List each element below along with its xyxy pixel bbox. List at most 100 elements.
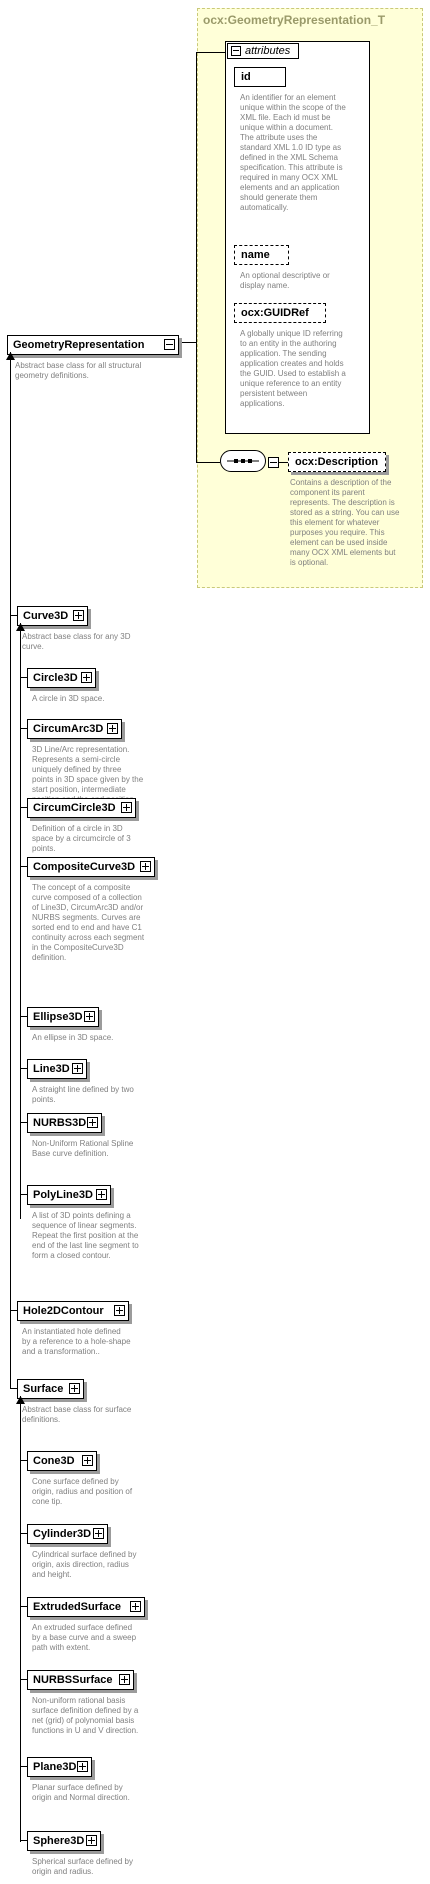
element-nurbssurface[interactable]: NURBSSurface xyxy=(27,1670,134,1690)
element-description: An ellipse in 3D space. xyxy=(32,1033,172,1043)
description-line: form a closed contour. xyxy=(32,1251,111,1260)
inheritance-arrow-icon xyxy=(16,623,25,631)
expand-icon[interactable] xyxy=(82,1455,93,1466)
expand-icon[interactable] xyxy=(119,1674,130,1685)
description-line: curve composed of a collection xyxy=(32,893,142,902)
element-description: Cylindrical surface defined by origin, ax… xyxy=(32,1550,172,1580)
description-line: definition. xyxy=(32,953,67,962)
description-line: Abstract base class for all structural xyxy=(15,361,142,370)
connector xyxy=(196,52,197,462)
description-line: An instantiated hole defined xyxy=(22,1327,121,1336)
element-description: Spherical surface defined by origin and r… xyxy=(32,1857,172,1877)
root-element[interactable]: GeometryRepresentation xyxy=(7,335,179,355)
description-line: automatically. xyxy=(240,203,289,212)
expand-icon[interactable] xyxy=(73,610,84,621)
description-line: and a transformation.. xyxy=(22,1347,100,1356)
element-sphere3d[interactable]: Sphere3D xyxy=(27,1831,101,1851)
element-nurbs3d[interactable]: NURBS3D xyxy=(27,1113,102,1133)
expand-icon[interactable] xyxy=(86,1835,97,1846)
attribute-guidref-description: A globally unique ID referring to an enti… xyxy=(240,329,365,409)
attribute-name-item[interactable]: name xyxy=(234,245,289,265)
description-line: Cone surface defined by xyxy=(32,1477,119,1486)
expand-icon[interactable] xyxy=(114,1305,125,1316)
surface-element[interactable]: Surface xyxy=(17,1379,84,1399)
element-cone3d[interactable]: Cone3D xyxy=(27,1451,97,1471)
expand-icon[interactable] xyxy=(69,1383,80,1394)
description-line: Abstract base class for any 3D xyxy=(22,632,131,641)
element-polyline3d[interactable]: PolyLine3D xyxy=(27,1185,111,1205)
inheritance-line xyxy=(20,1396,21,1842)
collapse-icon[interactable] xyxy=(231,46,241,56)
hole2dcontour-element[interactable]: Hole2DContour xyxy=(17,1301,129,1321)
element-description: A straight line defined by two points. xyxy=(32,1085,172,1105)
description-line: A list of 3D points defining a xyxy=(32,1211,131,1220)
curve3d-element[interactable]: Curve3D xyxy=(17,606,88,626)
expand-icon[interactable] xyxy=(77,1761,88,1772)
element-description: Non-uniform rational basis surface defini… xyxy=(32,1696,172,1736)
element-name: CircumCircle3D xyxy=(33,802,116,814)
element-plane3d[interactable]: Plane3D xyxy=(27,1757,92,1777)
description-line: unique reference to an entity xyxy=(240,379,342,388)
attributes-header[interactable]: attributes xyxy=(227,43,299,59)
description-line: application. The sending xyxy=(240,349,327,358)
connector xyxy=(196,462,220,463)
element-name: ExtrudedSurface xyxy=(33,1601,122,1613)
element-description: Planar surface defined by origin and Norm… xyxy=(32,1783,172,1803)
expand-icon[interactable] xyxy=(72,1063,83,1074)
expand-icon[interactable] xyxy=(130,1601,141,1612)
description-line: should generate them xyxy=(240,193,318,202)
sequence-compositor[interactable] xyxy=(220,450,266,472)
description-line: A circle in 3D space. xyxy=(32,694,105,703)
element-compositecurve3d[interactable]: CompositeCurve3D xyxy=(27,857,155,877)
element-extrudedsurface[interactable]: ExtrudedSurface xyxy=(27,1597,145,1617)
element-name: Circle3D xyxy=(33,672,78,684)
element-description: An extruded surface defined by a base cur… xyxy=(32,1623,172,1653)
expand-icon[interactable] xyxy=(96,1189,107,1200)
description-line: surface definition defined by a xyxy=(32,1706,139,1715)
inheritance-line xyxy=(10,352,11,615)
element-circumarc3d[interactable]: CircumArc3D xyxy=(27,719,122,739)
element-name: CompositeCurve3D xyxy=(33,861,136,873)
element-line3d[interactable]: Line3D xyxy=(27,1059,87,1079)
element-name: NURBS3D xyxy=(33,1117,87,1129)
element-circle3d[interactable]: Circle3D xyxy=(27,668,96,688)
expand-icon[interactable] xyxy=(93,1528,104,1539)
description-line: Non-Uniform Rational Spline xyxy=(32,1139,134,1148)
description-line: Planar surface defined by xyxy=(32,1783,123,1792)
collapse-icon[interactable] xyxy=(164,339,175,350)
description-line: Non-uniform rational basis xyxy=(32,1696,126,1705)
description-line: sorted end to end and have C1 xyxy=(32,923,142,932)
expand-icon[interactable] xyxy=(121,802,132,813)
description-line: end of the last line segment to xyxy=(32,1241,139,1250)
description-line: Contains a description of the xyxy=(290,478,392,487)
element-description: Non-Uniform Rational Spline Base curve de… xyxy=(32,1139,172,1159)
connector xyxy=(20,1194,27,1195)
connector xyxy=(20,1016,27,1017)
attribute-id[interactable]: id xyxy=(234,67,286,87)
expand-icon[interactable] xyxy=(84,1011,95,1022)
attribute-guidref[interactable]: ocx:GUIDRef xyxy=(234,303,326,323)
element-name: CircumArc3D xyxy=(33,723,104,735)
element-name: Cylinder3D xyxy=(33,1528,92,1540)
connector xyxy=(20,1606,27,1607)
description-line: An extruded surface defined xyxy=(32,1623,133,1632)
element-description: Cone surface defined by origin, radius an… xyxy=(32,1477,172,1507)
attributes-header-label: attributes xyxy=(245,45,291,57)
description-line: NURBS segments. Curves are xyxy=(32,913,141,922)
element-circumcircle3d[interactable]: CircumCircle3D xyxy=(27,798,136,818)
inheritance-arrow-icon xyxy=(16,1396,25,1404)
expand-icon[interactable] xyxy=(107,723,118,734)
description-line: A straight line defined by two xyxy=(32,1085,134,1094)
expand-icon[interactable] xyxy=(87,1117,98,1128)
description-line: points in 3D space given by the xyxy=(32,775,144,784)
expand-icon[interactable] xyxy=(140,861,151,872)
collapse-icon[interactable] xyxy=(268,457,279,468)
expand-icon[interactable] xyxy=(81,672,92,683)
element-cylinder3d[interactable]: Cylinder3D xyxy=(27,1524,108,1544)
description-line: cone tip. xyxy=(32,1497,63,1506)
attribute-name: ocx:GUIDRef xyxy=(241,307,309,319)
description-element[interactable]: ocx:Description xyxy=(288,452,386,472)
element-ellipse3d[interactable]: Ellipse3D xyxy=(27,1007,99,1027)
description-line: origin and radius. xyxy=(32,1867,94,1876)
description-line: Definition of a circle in 3D xyxy=(32,824,123,833)
